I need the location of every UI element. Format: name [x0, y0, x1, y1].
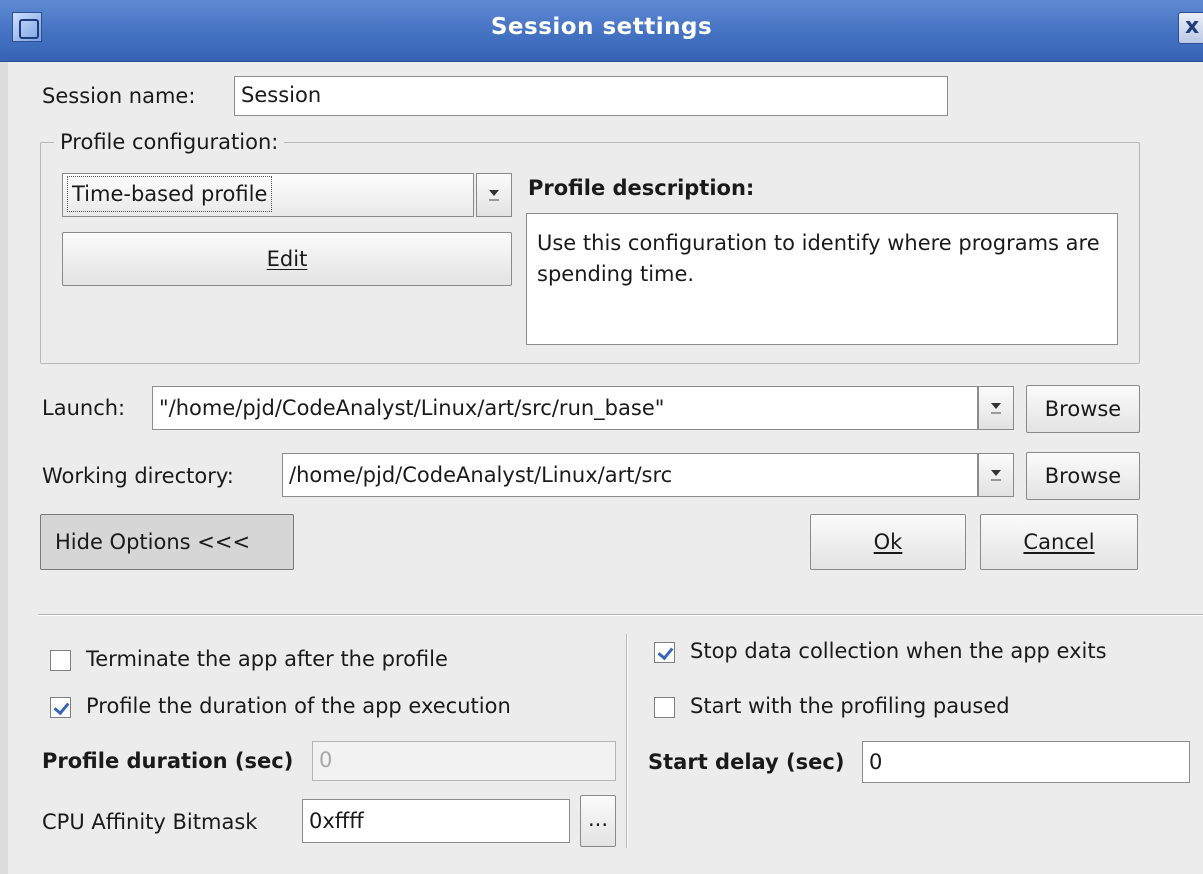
working-directory-chevron-down-icon[interactable]	[978, 453, 1014, 497]
close-button[interactable]: x	[1178, 12, 1203, 44]
cancel-button-label: Cancel	[1023, 530, 1095, 554]
start-paused-checkbox[interactable]	[654, 697, 675, 718]
working-directory-label: Working directory:	[42, 464, 234, 488]
options-separator	[38, 614, 1203, 616]
start-delay-input[interactable]: 0	[862, 741, 1190, 783]
edit-button[interactable]: Edit	[62, 232, 512, 286]
profile-description-text: Use this configuration to identify where…	[526, 213, 1118, 345]
working-directory-browse-button[interactable]: Browse	[1026, 452, 1140, 500]
cpu-affinity-picker-button[interactable]: ...	[580, 795, 616, 847]
cpu-affinity-input[interactable]: 0xffff	[302, 799, 570, 843]
profile-duration-input[interactable]: 0	[312, 741, 616, 781]
session-name-label: Session name:	[42, 84, 196, 108]
profile-select[interactable]: Time-based profile	[62, 173, 474, 217]
profile-duration-check-label: Profile the duration of the app executio…	[86, 694, 511, 718]
ok-button-label: Ok	[873, 530, 903, 554]
profile-configuration-label: Profile configuration:	[54, 130, 285, 154]
profile-select-chevron-down-icon[interactable]	[476, 173, 512, 217]
ok-button[interactable]: Ok	[810, 514, 966, 570]
launch-label: Launch:	[42, 396, 126, 420]
stop-collection-label: Stop data collection when the app exits	[690, 639, 1107, 663]
profile-select-value: Time-based profile	[67, 176, 273, 212]
cancel-button[interactable]: Cancel	[980, 514, 1138, 570]
stop-collection-checkbox[interactable]	[654, 642, 675, 663]
profile-duration-checkbox[interactable]	[50, 697, 71, 718]
hide-options-button[interactable]: Hide Options <<<	[40, 514, 294, 570]
launch-input[interactable]: "/home/pjd/CodeAnalyst/Linux/art/src/run…	[152, 386, 978, 430]
start-delay-label: Start delay (sec)	[648, 750, 845, 774]
cpu-affinity-label: CPU Affinity Bitmask	[42, 810, 258, 834]
start-paused-label: Start with the profiling paused	[690, 694, 1010, 718]
profile-description-label: Profile description:	[528, 176, 755, 200]
window-title: Session settings	[490, 14, 713, 40]
terminate-checkbox[interactable]	[50, 650, 71, 671]
working-directory-input[interactable]: /home/pjd/CodeAnalyst/Linux/art/src	[282, 453, 978, 497]
edit-button-label: Edit	[266, 247, 308, 271]
profile-duration-label: Profile duration (sec)	[42, 749, 294, 773]
launch-browse-button[interactable]: Browse	[1026, 385, 1140, 433]
launch-chevron-down-icon[interactable]	[978, 386, 1014, 430]
window-border	[0, 62, 8, 874]
options-column-divider	[626, 634, 628, 848]
session-name-input[interactable]: Session	[234, 76, 948, 116]
terminate-label: Terminate the app after the profile	[86, 647, 448, 671]
